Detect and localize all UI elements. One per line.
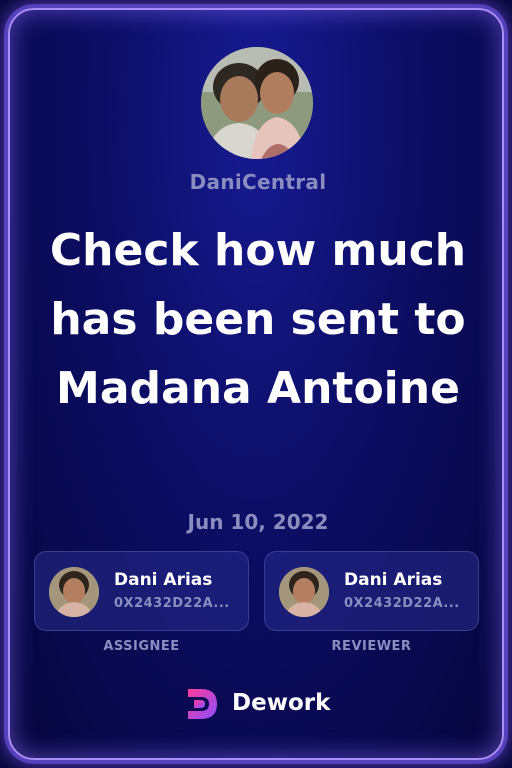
reviewer-name: Dani Arias (344, 570, 443, 590)
task-date: Jun 10, 2022 (187, 510, 329, 534)
dework-logo-icon (188, 689, 217, 719)
person-photo-avatar (279, 567, 329, 617)
task-title: Check how much has been sent to Madana A… (49, 225, 467, 414)
assignee-name: Dani Arias (114, 570, 213, 590)
reviewer-card[interactable]: Dani Arias 0X2432D22A... (264, 551, 479, 631)
brand-name: Dework (232, 690, 331, 716)
group-photo-avatar (201, 47, 313, 159)
organization-avatar (201, 47, 313, 159)
assignee-address: 0X2432D22A... (114, 596, 230, 611)
assignee-card[interactable]: Dani Arias 0X2432D22A... (34, 551, 249, 631)
task-share-card: DaniCentral Check how much has been sent… (8, 8, 504, 760)
person-photo-avatar (49, 567, 99, 617)
assignee-avatar (49, 567, 99, 617)
assignee-role-label: ASSIGNEE (103, 639, 180, 654)
reviewer-address: 0X2432D22A... (344, 596, 460, 611)
organization-name: DaniCentral (189, 170, 327, 194)
reviewer-role-label: REVIEWER (331, 639, 412, 654)
reviewer-avatar (279, 567, 329, 617)
